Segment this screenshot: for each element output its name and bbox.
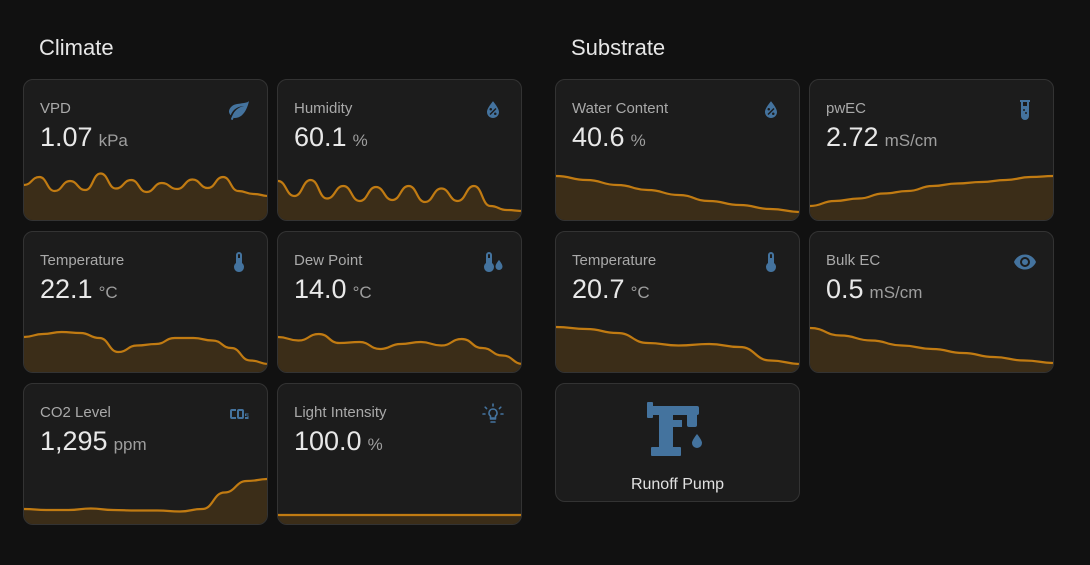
- light-intensity-history-graph: [278, 513, 521, 524]
- card-name: VPD: [40, 100, 71, 117]
- card-name: pwEC: [826, 100, 867, 117]
- water-content-history-graph: [556, 174, 799, 220]
- card-value: 60.1: [294, 122, 347, 152]
- card-unit: mS/cm: [869, 283, 923, 302]
- card-name: Temperature: [572, 252, 657, 269]
- history-area: [810, 176, 1053, 220]
- substrate-section-title: Substrate: [571, 35, 666, 60]
- molecule-co2-icon: [230, 409, 249, 419]
- card-unit: kPa: [98, 131, 128, 150]
- card-unit: %: [352, 131, 368, 150]
- history-area: [24, 173, 267, 220]
- card-unit: %: [630, 131, 646, 150]
- card-state: 22.1 °C: [40, 274, 118, 305]
- card-name: Dew Point: [294, 252, 363, 269]
- bulk-ec-history-graph: [810, 326, 1053, 372]
- runoff-pump-button[interactable]: Runoff Pump: [555, 383, 800, 502]
- pwec-history-graph: [810, 174, 1053, 220]
- card-state: 100.0%: [294, 426, 383, 457]
- card-name: Bulk EC: [826, 252, 881, 269]
- card-value: 22.1: [40, 274, 93, 304]
- climate-section-title: Climate: [39, 35, 114, 60]
- card-name: Temperature: [40, 252, 125, 269]
- card-unit: °C: [630, 283, 650, 302]
- card-unit: ppm: [113, 435, 147, 454]
- eye-icon: [1014, 254, 1036, 270]
- bulk-ec-card[interactable]: Bulk EC 0.5 mS/cm: [809, 231, 1054, 373]
- leaf-icon: [229, 101, 249, 120]
- history-area: [24, 332, 267, 372]
- humidity-card[interactable]: Humidity 60.1%: [277, 79, 522, 221]
- card-value: 1.07: [40, 122, 93, 152]
- card-name: Water Content: [572, 100, 669, 117]
- test-tube-icon: [1020, 100, 1030, 120]
- card-unit: °C: [352, 283, 372, 302]
- card-state: 40.6%: [572, 122, 646, 153]
- dew-point-card[interactable]: Dew Point 14.0 °C: [277, 231, 522, 373]
- card-name: Light Intensity: [294, 404, 387, 421]
- card-state: 2.72 mS/cm: [826, 122, 937, 153]
- card-state: 60.1%: [294, 122, 368, 153]
- runoff-pump-label: Runoff Pump: [630, 476, 725, 493]
- card-value: 20.7: [572, 274, 625, 304]
- water-percent-icon: [487, 101, 499, 118]
- history-area: [556, 327, 799, 372]
- substrate-temperature-history-graph: [556, 325, 799, 372]
- light-intensity-card[interactable]: Light Intensity 100.0%: [277, 383, 522, 525]
- history-area: [24, 479, 267, 524]
- card-unit: %: [367, 435, 383, 454]
- card-name: Humidity: [294, 100, 353, 117]
- humidity-history-graph: [278, 178, 521, 220]
- card-value: 0.5: [826, 274, 864, 304]
- card-state: 20.7 °C: [572, 274, 650, 305]
- dew-point-history-graph: [278, 332, 521, 372]
- thermometer-icon: [234, 252, 244, 272]
- history-area: [278, 515, 521, 524]
- lightbulb-on-icon: [482, 403, 504, 423]
- substrate-temperature-card[interactable]: Temperature 20.7 °C: [555, 231, 800, 373]
- card-state: 14.0 °C: [294, 274, 372, 305]
- water-content-card[interactable]: Water Content 40.6%: [555, 79, 800, 221]
- co2-card[interactable]: CO2 Level 1,295 ppm: [23, 383, 268, 525]
- card-unit: mS/cm: [884, 131, 938, 150]
- water-percent-icon: [765, 101, 777, 118]
- climate-temperature-history-graph: [24, 330, 267, 372]
- card-unit: °C: [98, 283, 118, 302]
- history-area: [556, 176, 799, 220]
- thermometer-water-icon: [484, 252, 503, 272]
- pwec-card[interactable]: pwEC 2.72 mS/cm: [809, 79, 1054, 221]
- card-state: 1.07 kPa: [40, 122, 128, 153]
- history-area: [278, 180, 521, 220]
- card-state: 0.5 mS/cm: [826, 274, 922, 305]
- vpd-history-graph: [24, 172, 267, 220]
- climate-temperature-card[interactable]: Temperature 22.1 °C: [23, 231, 268, 373]
- card-value: 40.6: [572, 122, 625, 152]
- card-name: CO2 Level: [40, 404, 111, 421]
- history-area: [278, 334, 521, 372]
- card-value: 100.0: [294, 426, 362, 456]
- water-pump-icon: [647, 402, 702, 456]
- card-value: 1,295: [40, 426, 108, 456]
- co2-history-graph: [24, 477, 267, 524]
- card-state: 1,295 ppm: [40, 426, 147, 457]
- vpd-card[interactable]: VPD 1.07 kPa: [23, 79, 268, 221]
- thermometer-icon: [766, 252, 776, 272]
- card-value: 14.0: [294, 274, 347, 304]
- card-value: 2.72: [826, 122, 879, 152]
